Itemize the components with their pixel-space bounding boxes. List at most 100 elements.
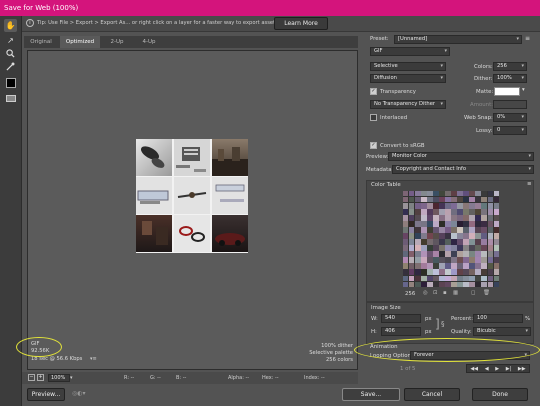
color-swatch[interactable] (493, 275, 499, 281)
color-swatch[interactable] (439, 233, 445, 239)
color-swatch[interactable] (493, 233, 499, 239)
color-swatch[interactable] (403, 221, 409, 227)
color-swatch[interactable] (433, 251, 439, 257)
color-swatch[interactable] (415, 215, 421, 221)
color-swatch[interactable] (439, 203, 445, 209)
color-swatch[interactable] (481, 227, 487, 233)
color-swatch[interactable] (427, 221, 433, 227)
color-swatch[interactable] (493, 197, 499, 203)
width-field[interactable]: 540 (381, 314, 421, 323)
color-swatch[interactable] (493, 191, 499, 197)
color-swatch[interactable] (493, 269, 499, 275)
color-swatch[interactable] (493, 209, 499, 215)
learn-more-button[interactable]: Learn More (274, 17, 328, 30)
color-swatch[interactable] (469, 251, 475, 257)
download-speed-menu-icon[interactable]: ▾≡ (90, 356, 97, 362)
color-swatch[interactable] (451, 203, 457, 209)
color-swatch[interactable] (487, 227, 493, 233)
color-swatch[interactable] (487, 215, 493, 221)
color-swatch[interactable] (433, 221, 439, 227)
color-swatch[interactable] (457, 245, 463, 251)
color-swatch[interactable] (451, 227, 457, 233)
color-swatch[interactable] (469, 263, 475, 269)
color-swatch[interactable] (457, 227, 463, 233)
color-swatch[interactable] (493, 251, 499, 257)
convert-srgb-checkbox[interactable]: ✓ (370, 142, 377, 149)
color-swatch[interactable] (415, 239, 421, 245)
color-swatch[interactable] (451, 245, 457, 251)
color-swatch[interactable] (433, 227, 439, 233)
color-swatch[interactable] (445, 191, 451, 197)
browser-icon[interactable]: ◎◐▾ (72, 390, 85, 397)
color-swatch[interactable] (463, 221, 469, 227)
trash-icon[interactable]: 🗑 (483, 290, 490, 296)
color-swatch[interactable] (421, 251, 427, 257)
preview-button[interactable]: Preview... (27, 388, 65, 401)
color-swatch[interactable] (445, 227, 451, 233)
color-swatch[interactable] (463, 257, 469, 263)
new-color-icon[interactable]: ◻ (471, 290, 475, 296)
prev-frame-icon[interactable]: ◀ (485, 366, 489, 372)
color-swatch[interactable] (481, 221, 487, 227)
color-swatch[interactable] (487, 197, 493, 203)
color-swatch[interactable] (475, 251, 481, 257)
color-swatch[interactable] (403, 233, 409, 239)
color-swatch[interactable] (439, 215, 445, 221)
color-swatch[interactable] (493, 227, 499, 233)
color-swatch[interactable] (415, 221, 421, 227)
color-swatch[interactable] (421, 263, 427, 269)
color-swatch[interactable] (469, 227, 475, 233)
slice-select-icon[interactable]: ↗ (4, 34, 17, 47)
color-swatch[interactable] (451, 275, 457, 281)
zoom-dropdown-icon[interactable]: ▾ (70, 375, 73, 381)
color-swatch[interactable] (469, 203, 475, 209)
color-swatch[interactable] (451, 251, 457, 257)
color-swatch[interactable] (451, 281, 457, 287)
color-swatch[interactable] (409, 251, 415, 257)
color-swatch[interactable] (487, 233, 493, 239)
color-swatch[interactable] (415, 203, 421, 209)
zoom-out-icon[interactable]: − (28, 374, 35, 381)
color-swatch[interactable] (433, 239, 439, 245)
color-swatch[interactable] (457, 197, 463, 203)
color-swatch[interactable] (457, 263, 463, 269)
color-swatch[interactable] (427, 269, 433, 275)
color-swatch[interactable] (403, 251, 409, 257)
color-table-menu-icon[interactable]: ≡ (527, 181, 532, 187)
color-swatch[interactable] (439, 281, 445, 287)
color-swatch[interactable] (403, 263, 409, 269)
map-color-icon[interactable]: ◎ (423, 290, 428, 296)
color-swatch[interactable] (469, 257, 475, 263)
color-swatch[interactable] (481, 197, 487, 203)
color-swatch[interactable] (427, 263, 433, 269)
color-swatch[interactable] (403, 281, 409, 287)
color-swatch[interactable] (463, 245, 469, 251)
color-swatch[interactable] (475, 233, 481, 239)
color-swatch[interactable] (409, 257, 415, 263)
color-swatch[interactable] (427, 245, 433, 251)
color-swatch[interactable] (421, 221, 427, 227)
color-swatch[interactable] (451, 209, 457, 215)
color-swatch[interactable] (445, 239, 451, 245)
color-swatch[interactable] (409, 269, 415, 275)
color-swatch[interactable] (421, 209, 427, 215)
color-swatch[interactable] (421, 233, 427, 239)
color-swatch[interactable] (421, 245, 427, 251)
color-swatch[interactable] (451, 257, 457, 263)
color-swatch[interactable] (445, 221, 451, 227)
color-swatch[interactable] (463, 209, 469, 215)
quality-select[interactable]: Bicubic (473, 327, 531, 336)
color-swatch[interactable] (469, 281, 475, 287)
color-swatch[interactable] (457, 269, 463, 275)
lossy-field[interactable]: 0 (493, 126, 527, 135)
color-swatch[interactable] (433, 203, 439, 209)
preview-canvas[interactable]: GIF 92.56K 18 sec @ 56.6 Kbps ▾≡ 100% di… (16, 50, 358, 370)
color-swatch[interactable] (457, 257, 463, 263)
format-select[interactable]: GIF (370, 47, 450, 56)
color-swatch[interactable] (481, 209, 487, 215)
color-swatch[interactable] (427, 257, 433, 263)
color-swatch[interactable] (493, 263, 499, 269)
color-swatch[interactable] (487, 275, 493, 281)
color-swatch[interactable] (463, 197, 469, 203)
preset-select[interactable]: [Unnamed] (394, 35, 522, 44)
